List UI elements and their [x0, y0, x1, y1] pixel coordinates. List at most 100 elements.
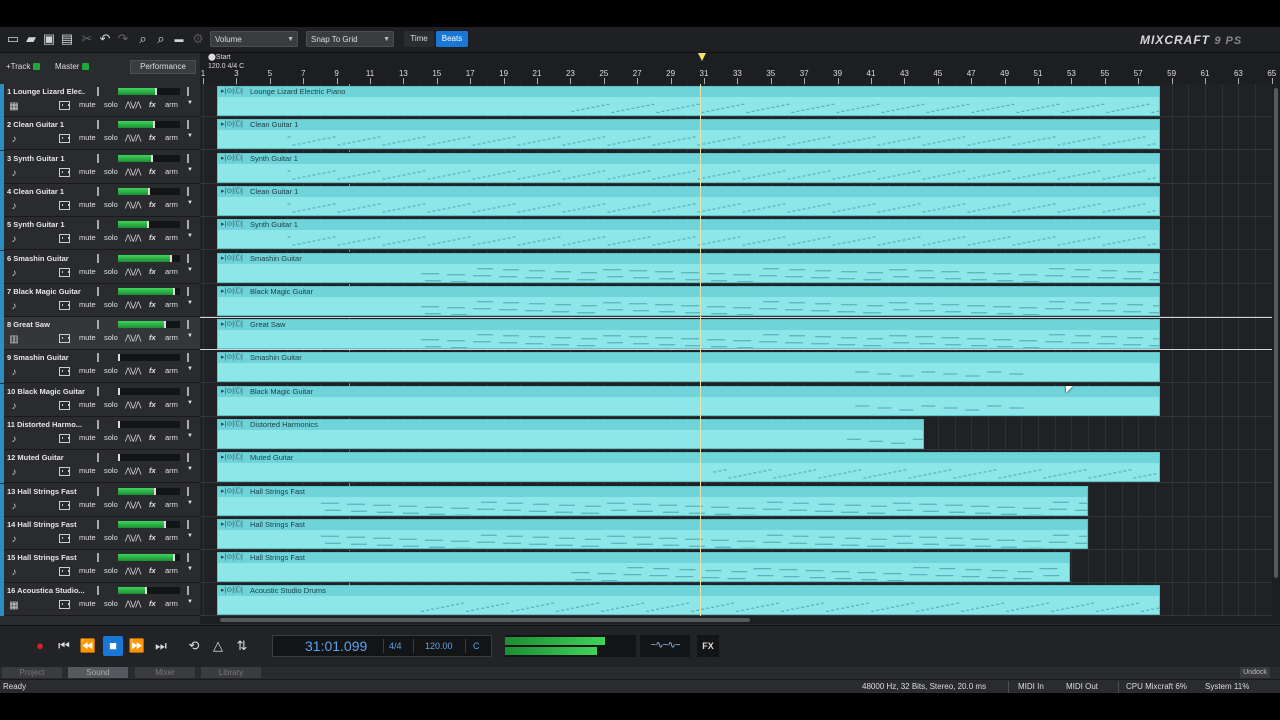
clip-controls-icon[interactable]: ▸|⊙|Ⓒ|: [221, 120, 243, 130]
playhead-handle[interactable]: [698, 53, 706, 61]
track-name[interactable]: 16 Acoustica Studio...: [7, 586, 85, 595]
instrument-icon[interactable]: ♪: [8, 401, 20, 413]
fx-button[interactable]: fx: [149, 566, 156, 575]
keyboard-icon[interactable]: [59, 401, 70, 410]
volume-slider[interactable]: [97, 120, 99, 129]
clip-header[interactable]: [218, 353, 1159, 363]
automation-icon[interactable]: ⋀⋁⋀: [125, 533, 142, 542]
instrument-icon[interactable]: ♪: [8, 501, 20, 513]
automation-icon[interactable]: ⋀⋁⋀: [125, 133, 142, 142]
track-header[interactable]: 3 Synth Guitar 1 ♪ mute solo ⋀⋁⋀ fx arm ▼: [0, 151, 200, 184]
keyboard-icon[interactable]: [59, 201, 70, 210]
midi-clip[interactable]: ▸|⊙|Ⓒ| Black Magic Guitar: [217, 386, 1160, 416]
mute-button[interactable]: mute: [79, 366, 96, 375]
settings-gear-icon[interactable]: ⚙: [190, 31, 206, 47]
volume-slider[interactable]: [97, 387, 99, 396]
pan-slider[interactable]: [187, 87, 189, 96]
clip-header[interactable]: [218, 87, 1159, 97]
clip-header[interactable]: [218, 553, 1069, 563]
arm-button[interactable]: arm: [165, 466, 178, 475]
track-header[interactable]: 14 Hall Strings Fast ♪ mute solo ⋀⋁⋀ fx arm ▼: [0, 517, 200, 550]
clip-controls-icon[interactable]: ▸|⊙|Ⓒ|: [221, 420, 243, 430]
fx-button[interactable]: fx: [149, 267, 156, 276]
instrument-icon[interactable]: ▥: [8, 334, 20, 346]
volume-slider[interactable]: [97, 187, 99, 196]
midi-clip[interactable]: ▸|⊙|Ⓒ| Smashin Guitar: [217, 253, 1160, 283]
mute-button[interactable]: mute: [79, 233, 96, 242]
tab-sound[interactable]: Sound: [68, 667, 128, 678]
metronome-button[interactable]: △: [208, 636, 228, 656]
solo-button[interactable]: solo: [104, 100, 118, 109]
automation-icon[interactable]: ⋀⋁⋀: [125, 333, 142, 342]
record-button[interactable]: ●: [30, 636, 50, 656]
solo-button[interactable]: solo: [104, 400, 118, 409]
instrument-icon[interactable]: ♪: [8, 268, 20, 280]
save-as-icon[interactable]: ▤: [59, 31, 75, 47]
instrument-icon[interactable]: ♪: [8, 567, 20, 579]
mute-button[interactable]: mute: [79, 100, 96, 109]
keyboard-icon[interactable]: [59, 367, 70, 376]
track-header[interactable]: 9 Smashin Guitar ♪ mute solo ⋀⋁⋀ fx arm ▼: [0, 350, 200, 383]
track-name[interactable]: 2 Clean Guitar 1: [7, 120, 85, 129]
solo-button[interactable]: solo: [104, 200, 118, 209]
track-header[interactable]: 7 Black Magic Guitar ♪ mute solo ⋀⋁⋀ fx arm ▼: [0, 284, 200, 317]
volume-slider[interactable]: [97, 154, 99, 163]
master-button[interactable]: Master: [55, 60, 90, 74]
go-to-end-button[interactable]: ⏭: [151, 636, 171, 656]
clip-header[interactable]: [218, 586, 1159, 596]
volume-slider[interactable]: [97, 87, 99, 96]
start-marker[interactable]: ⬤Start 120.0 4/4 C: [208, 53, 244, 71]
mute-button[interactable]: mute: [79, 533, 96, 542]
midi-clip[interactable]: ▸|⊙|Ⓒ| Hall Strings Fast: [217, 519, 1089, 549]
keyboard-icon[interactable]: [59, 234, 70, 243]
chevron-down-icon[interactable]: ▼: [187, 533, 193, 539]
track-header[interactable]: 16 Acoustica Studio... ▦ mute solo ⋀⋁⋀ fx arm ▼: [0, 583, 200, 616]
clip-header[interactable]: [218, 220, 1159, 230]
mute-button[interactable]: mute: [79, 133, 96, 142]
chevron-down-icon[interactable]: ▼: [187, 599, 193, 605]
clip-controls-icon[interactable]: ▸|⊙|Ⓒ|: [221, 353, 243, 363]
clip-header[interactable]: [218, 487, 1088, 497]
automation-icon[interactable]: ⋀⋁⋀: [125, 300, 142, 309]
arm-button[interactable]: arm: [165, 533, 178, 542]
pan-slider[interactable]: [187, 487, 189, 496]
chevron-down-icon[interactable]: ▼: [187, 400, 193, 406]
pan-slider[interactable]: [187, 453, 189, 462]
automation-icon[interactable]: ⋀⋁⋀: [125, 566, 142, 575]
fx-button[interactable]: fx: [149, 300, 156, 309]
midi-clip[interactable]: ▸|⊙|Ⓒ| Synth Guitar 1: [217, 153, 1160, 183]
arm-button[interactable]: arm: [165, 366, 178, 375]
zoom-in-icon[interactable]: ⌕: [135, 31, 151, 47]
keyboard-icon[interactable]: [59, 268, 70, 277]
volume-slider[interactable]: [97, 420, 99, 429]
instrument-icon[interactable]: ♪: [8, 434, 20, 446]
pan-slider[interactable]: [187, 586, 189, 595]
rewind-button[interactable]: ⏪: [78, 636, 98, 656]
track-header[interactable]: 1 Lounge Lizard Elec... ▦ mute solo ⋀⋁⋀ fx arm…: [0, 84, 200, 117]
chevron-down-icon[interactable]: ▼: [187, 133, 193, 139]
volume-slider[interactable]: [97, 520, 99, 529]
track-name[interactable]: 4 Clean Guitar 1: [7, 187, 85, 196]
clip-header[interactable]: [218, 520, 1088, 530]
timeline-ruler[interactable]: ⬤Start 120.0 4/4 C 1 3 5 7 9 11 13 15 17 19 21 23 25 2…: [200, 53, 1280, 85]
mute-button[interactable]: mute: [79, 599, 96, 608]
clip-controls-icon[interactable]: ▸|⊙|Ⓒ|: [221, 586, 243, 596]
chevron-down-icon[interactable]: ▼: [187, 500, 193, 506]
instrument-icon[interactable]: ♪: [8, 301, 20, 313]
vertical-scroll-thumb[interactable]: [1274, 88, 1278, 578]
keyboard-icon[interactable]: [59, 101, 70, 110]
automation-icon[interactable]: ⋀⋁⋀: [125, 200, 142, 209]
track-name[interactable]: 11 Distorted Harmo...: [7, 420, 85, 429]
midi-clip[interactable]: ▸|⊙|Ⓒ| Clean Guitar 1: [217, 186, 1160, 216]
master-fx-button[interactable]: FX: [697, 635, 719, 657]
arm-button[interactable]: arm: [165, 267, 178, 276]
automation-icon[interactable]: ⋀⋁⋀: [125, 466, 142, 475]
undock-button[interactable]: Undock: [1240, 667, 1270, 678]
arm-button[interactable]: arm: [165, 200, 178, 209]
fx-button[interactable]: fx: [149, 233, 156, 242]
mute-button[interactable]: mute: [79, 433, 96, 442]
fx-button[interactable]: fx: [149, 333, 156, 342]
loop-button[interactable]: ⟲: [184, 636, 204, 656]
midi-clip[interactable]: ▸|⊙|Ⓒ| Hall Strings Fast: [217, 552, 1070, 582]
solo-button[interactable]: solo: [104, 233, 118, 242]
